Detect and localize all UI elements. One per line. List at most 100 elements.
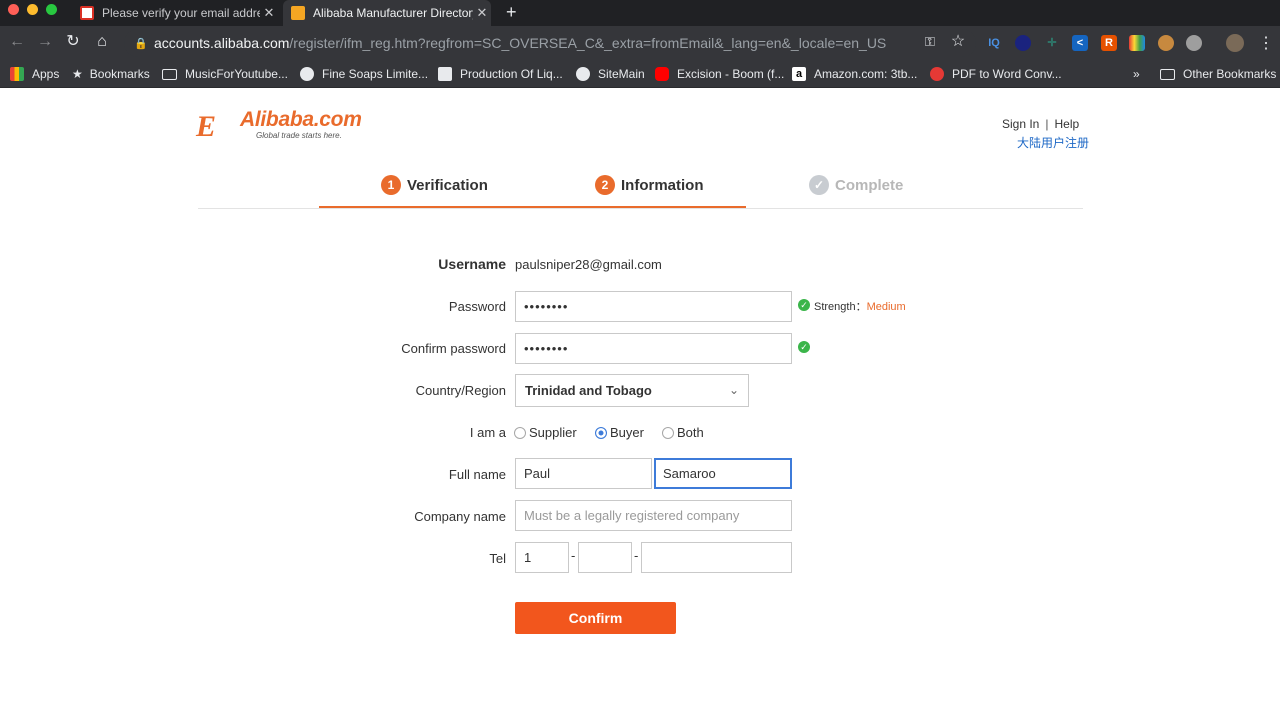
- extension-share-icon[interactable]: <: [1072, 35, 1088, 51]
- reload-icon[interactable]: ↻: [63, 32, 83, 52]
- youtube-icon: [655, 67, 669, 81]
- extension-iq-icon[interactable]: IQ: [986, 35, 1002, 51]
- company-label: Company name: [414, 509, 506, 524]
- profile-avatar[interactable]: [1226, 34, 1244, 52]
- new-tab-button[interactable]: +: [506, 2, 517, 23]
- close-tab-icon[interactable]: ✕: [473, 5, 491, 21]
- tab-gmail[interactable]: Please verify your email address ✕: [72, 0, 278, 26]
- folder-icon: [1160, 68, 1175, 80]
- confirm-password-field[interactable]: ••••••••: [515, 333, 792, 364]
- radio-label: Supplier: [529, 425, 577, 440]
- bookmark-label: PDF to Word Conv...: [952, 67, 1062, 81]
- minimize-window-button[interactable]: [27, 4, 38, 15]
- close-window-button[interactable]: [8, 4, 19, 15]
- tel-dash: -: [634, 548, 639, 563]
- alibaba-logo[interactable]: E Alibaba.com Global trade starts here.: [196, 106, 368, 143]
- username-value: paulsniper28@gmail.com: [515, 257, 662, 272]
- extension-cookie-icon[interactable]: [1158, 35, 1174, 51]
- close-tab-icon[interactable]: ✕: [260, 5, 278, 21]
- gmail-icon: [80, 6, 94, 20]
- radio-circle[interactable]: [662, 426, 674, 439]
- bookmark-bookmarks[interactable]: ★ Bookmarks: [72, 65, 150, 83]
- bookmark-musicforyoutube[interactable]: MusicForYoutube...: [162, 65, 288, 83]
- tel-number-field[interactable]: [641, 542, 792, 573]
- pdf-icon: [930, 67, 944, 81]
- country-label: Country/Region: [415, 383, 506, 398]
- mainland-register-link[interactable]: 大陆用户注册: [1017, 134, 1089, 151]
- extension-gray-icon[interactable]: [1186, 35, 1202, 51]
- forward-icon[interactable]: →: [35, 32, 55, 52]
- bookmark-label: MusicForYoutube...: [185, 67, 288, 81]
- tel-dash: -: [571, 548, 576, 563]
- radio-both[interactable]: Both: [662, 425, 704, 440]
- bookmarks-overflow-button[interactable]: »: [1133, 65, 1140, 83]
- step-label: Verification: [407, 176, 488, 194]
- confirm-button[interactable]: Confirm: [515, 602, 676, 634]
- step-information: 2 Information: [595, 175, 704, 195]
- bookmark-fine-soaps[interactable]: Fine Soaps Limite...: [300, 65, 428, 83]
- page-content: E Alibaba.com Global trade starts here. …: [0, 89, 1280, 720]
- bookmark-production[interactable]: Production Of Liq...: [438, 65, 563, 83]
- last-name-field[interactable]: Samaroo: [654, 458, 792, 489]
- logo-tagline: Global trade starts here.: [256, 131, 342, 140]
- help-link[interactable]: Help: [1054, 117, 1079, 131]
- tel-country-code-field[interactable]: 1: [515, 542, 569, 573]
- url-text: accounts.alibaba.com/register/ifm_reg.ht…: [154, 35, 887, 51]
- bookmark-label: Production Of Liq...: [460, 67, 563, 81]
- back-icon[interactable]: ←: [7, 32, 27, 52]
- bookmark-excision[interactable]: Excision - Boom (f...: [655, 65, 784, 83]
- bookmark-label: SiteMain: [598, 67, 645, 81]
- browser-toolbar: ← → ↻ ⌂ 🔒 accounts.alibaba.com/register/…: [0, 26, 1280, 60]
- extension-orange-icon[interactable]: R: [1101, 35, 1117, 51]
- iam-label: I am a: [469, 425, 506, 440]
- bookmark-pdf-to-word[interactable]: PDF to Word Conv...: [930, 65, 1062, 83]
- bookmark-sitemain[interactable]: SiteMain: [576, 65, 645, 83]
- amazon-icon: a: [792, 67, 806, 81]
- address-bar[interactable]: 🔒 accounts.alibaba.com/register/ifm_reg.…: [124, 29, 976, 57]
- folder-icon: [162, 68, 177, 80]
- password-strength: Strength：Medium: [814, 298, 906, 314]
- company-name-field[interactable]: Must be a legally registered company: [515, 500, 792, 531]
- tel-label: Tel: [489, 551, 506, 566]
- progress-steps: 1 Verification 2 Information ✓ Complete: [198, 169, 1083, 209]
- bookmark-label: Other Bookmarks: [1183, 67, 1277, 81]
- country-value: Trinidad and Tobago: [525, 383, 652, 398]
- bookmark-other[interactable]: Other Bookmarks: [1160, 65, 1276, 83]
- maximize-window-button[interactable]: [46, 4, 57, 15]
- step-label: Information: [621, 176, 704, 194]
- radio-buyer[interactable]: Buyer: [595, 425, 644, 440]
- home-icon[interactable]: ⌂: [92, 32, 112, 52]
- username-label: Username: [438, 256, 506, 272]
- first-name-field[interactable]: Paul: [515, 458, 652, 489]
- bookmark-apps[interactable]: Apps: [10, 65, 59, 83]
- tab-title: Please verify your email address: [102, 6, 260, 20]
- radio-circle[interactable]: [514, 426, 526, 439]
- radio-supplier[interactable]: Supplier: [514, 425, 577, 440]
- password-field[interactable]: ••••••••: [515, 291, 792, 322]
- logo-wordmark: Alibaba.com: [240, 108, 362, 131]
- step-progress-bar: [319, 206, 746, 208]
- sign-in-link[interactable]: Sign In: [1002, 117, 1039, 131]
- alibaba-favicon-icon: [291, 6, 305, 20]
- check-icon: ✓: [798, 299, 810, 311]
- bookmark-star-icon[interactable]: ☆: [948, 32, 968, 52]
- step-number: 2: [595, 175, 615, 195]
- step-number: 1: [381, 175, 401, 195]
- globe-icon: [576, 67, 590, 81]
- key-icon[interactable]: ⚿: [920, 32, 940, 52]
- extension-crosshair-icon[interactable]: ✛: [1044, 35, 1060, 51]
- radio-circle-selected[interactable]: [595, 426, 607, 439]
- bookmark-label: Excision - Boom (f...: [677, 67, 785, 81]
- country-select[interactable]: Trinidad and Tobago ⌄: [515, 374, 749, 407]
- tel-area-code-field[interactable]: [578, 542, 632, 573]
- tab-title: Alibaba Manufacturer Directory: [313, 6, 473, 20]
- bookmarks-bar: Apps ★ Bookmarks MusicForYoutube... Fine…: [0, 60, 1280, 88]
- menu-kebab-icon[interactable]: ⋮: [1258, 33, 1274, 53]
- step-label: Complete: [835, 176, 904, 194]
- step-complete: ✓ Complete: [809, 175, 903, 195]
- bookmark-amazon[interactable]: a Amazon.com: 3tb...: [792, 65, 917, 83]
- extension-blue-icon[interactable]: [1015, 35, 1031, 51]
- tab-alibaba[interactable]: Alibaba Manufacturer Directory ✕: [283, 0, 491, 26]
- extension-color-icon[interactable]: [1129, 35, 1145, 51]
- radio-label: Buyer: [610, 425, 644, 440]
